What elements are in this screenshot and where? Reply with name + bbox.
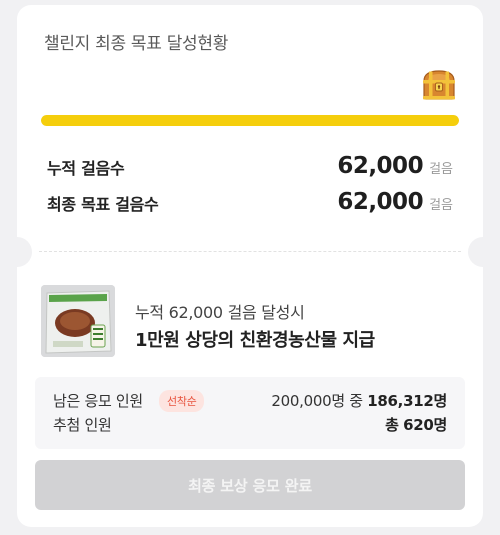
winners-count: 620명 <box>403 416 447 434</box>
progress-bar <box>41 115 459 126</box>
progress-bar-fill <box>41 115 459 126</box>
accumulated-steps-value: 62,000 <box>337 153 424 179</box>
ticket-notch-right <box>468 237 483 267</box>
goal-steps-unit: 걸음 <box>429 198 453 213</box>
goal-steps-row: 최종 목표 걸음수 62,000 걸음 <box>47 189 453 219</box>
ticket-divider <box>39 251 461 252</box>
goal-steps-value: 62,000 <box>337 189 424 215</box>
remaining-entries-label: 남은 응모 인원 <box>53 392 143 410</box>
ticket-notch-left <box>17 237 32 267</box>
challenge-title: 챌린지 최종 목표 달성현황 <box>44 34 229 54</box>
goal-steps-label: 최종 목표 걸음수 <box>47 195 159 214</box>
accumulated-steps-row: 누적 걸음수 62,000 걸음 <box>47 153 453 183</box>
product-bag-image <box>41 285 115 357</box>
remaining-entries-count: 186,312명 <box>367 392 447 410</box>
winners-row: 추첨 인원 총 620명 <box>53 413 447 435</box>
reward-condition: 누적 62,000 걸음 달성시 <box>135 303 305 322</box>
remaining-entries-total: 200,000명 중 <box>271 392 363 410</box>
accumulated-steps-label: 누적 걸음수 <box>47 159 125 178</box>
winners-prefix: 총 <box>385 416 399 434</box>
challenge-card: 챌린지 최종 목표 달성현황 누적 걸음수 62,000 걸음 최종 목표 걸음수… <box>17 5 483 527</box>
entry-info-box: 남은 응모 인원 선착순 200,000명 중 186,312명 추첨 인원 총… <box>35 377 465 449</box>
final-reward-entry-button[interactable]: 최종 보상 응모 완료 <box>35 460 465 510</box>
accumulated-steps-unit: 걸음 <box>429 162 453 177</box>
treasure-chest-icon <box>423 70 455 100</box>
reward-title: 1만원 상당의 친환경농산물 지급 <box>135 330 375 351</box>
remaining-entries-row: 남은 응모 인원 선착순 200,000명 중 186,312명 <box>53 389 447 412</box>
first-come-badge: 선착순 <box>159 390 205 412</box>
winners-label: 추첨 인원 <box>53 416 112 434</box>
